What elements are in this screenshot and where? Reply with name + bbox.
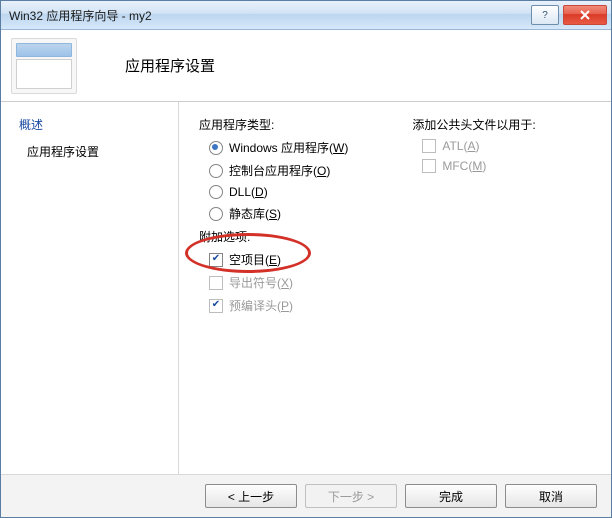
check-empty-project[interactable]: 空项目(E): [209, 251, 399, 268]
close-icon: [579, 10, 591, 20]
wizard-icon: [11, 38, 77, 94]
check-label: 预编译头: [229, 299, 277, 313]
prev-button[interactable]: < 上一步: [205, 484, 297, 508]
radio-icon: [209, 164, 223, 178]
check-precompiled-header: 预编译头(P): [209, 297, 399, 314]
check-label: MFC: [442, 159, 468, 173]
radio-windows-app[interactable]: Windows 应用程序(W): [209, 139, 399, 156]
sidebar-item-overview[interactable]: 概述: [19, 116, 168, 133]
titlebar: Win32 应用程序向导 - my2 ?: [1, 1, 611, 30]
finish-button[interactable]: 完成: [405, 484, 497, 508]
radio-icon: [209, 141, 223, 155]
right-column: 添加公共头文件以用于: ATL(A) MFC(M): [412, 114, 582, 179]
footer: < 上一步 下一步 > 完成 取消: [1, 474, 611, 517]
sidebar: 概述 应用程序设置: [1, 102, 179, 474]
radio-label: 静态库: [229, 207, 265, 221]
check-label: ATL: [442, 139, 463, 153]
checkbox-icon: [209, 276, 223, 290]
radio-static-lib[interactable]: 静态库(S): [209, 205, 399, 222]
check-label: 导出符号: [229, 276, 277, 290]
checkbox-icon: [422, 159, 436, 173]
window-title: Win32 应用程序向导 - my2: [9, 7, 527, 24]
radio-label: Windows 应用程序: [229, 141, 329, 155]
app-type-label: 应用程序类型:: [199, 116, 399, 133]
content: 应用程序类型: Windows 应用程序(W) 控制台应用程序(O) DLL(D…: [179, 102, 611, 474]
check-atl: ATL(A): [422, 139, 582, 153]
next-button: 下一步 >: [305, 484, 397, 508]
wizard-window: Win32 应用程序向导 - my2 ? 应用程序设置 概述 应用程序设置 应用…: [0, 0, 612, 518]
sidebar-item-app-settings[interactable]: 应用程序设置: [27, 143, 168, 160]
help-button[interactable]: ?: [531, 5, 559, 25]
radio-icon: [209, 185, 223, 199]
checkbox-icon: [209, 299, 223, 313]
check-export-symbols: 导出符号(X): [209, 274, 399, 291]
body: 概述 应用程序设置 应用程序类型: Windows 应用程序(W) 控制台应用程…: [1, 102, 611, 474]
banner: 应用程序设置: [1, 30, 611, 102]
check-mfc: MFC(M): [422, 159, 582, 173]
cancel-button[interactable]: 取消: [505, 484, 597, 508]
checkbox-icon: [422, 139, 436, 153]
check-label: 空项目: [229, 253, 265, 267]
radio-dll[interactable]: DLL(D): [209, 185, 399, 199]
left-column: 应用程序类型: Windows 应用程序(W) 控制台应用程序(O) DLL(D…: [199, 114, 399, 320]
close-button[interactable]: [563, 5, 607, 25]
page-title: 应用程序设置: [125, 55, 215, 76]
radio-label: DLL: [229, 185, 251, 199]
headers-label: 添加公共头文件以用于:: [412, 116, 582, 133]
checkbox-icon: [209, 253, 223, 267]
radio-console-app[interactable]: 控制台应用程序(O): [209, 162, 399, 179]
radio-label: 控制台应用程序: [229, 164, 313, 178]
extra-options-label: 附加选项:: [199, 228, 399, 245]
radio-icon: [209, 207, 223, 221]
